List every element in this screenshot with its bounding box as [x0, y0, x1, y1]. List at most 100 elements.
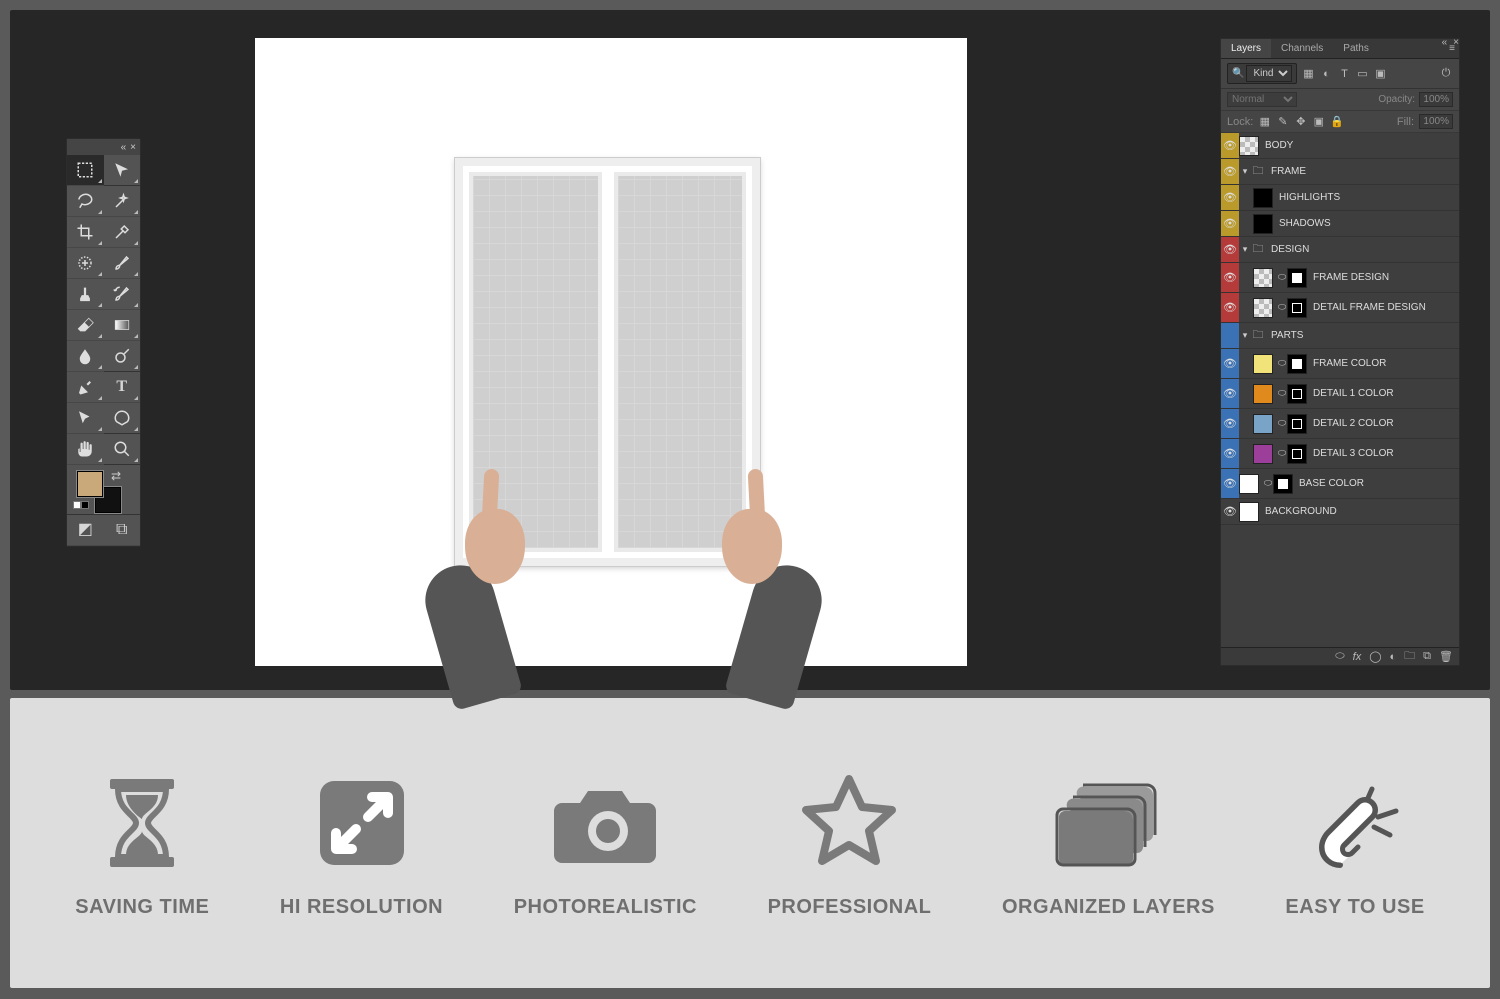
path-select-tool[interactable]	[67, 403, 104, 434]
layer-name[interactable]: DETAIL 3 COLOR	[1313, 448, 1394, 459]
eraser-tool[interactable]	[67, 310, 104, 341]
layer-row[interactable]: 👁BODY	[1221, 133, 1459, 159]
layer-name[interactable]: PARTS	[1271, 330, 1303, 341]
layer-name[interactable]: BASE COLOR	[1299, 478, 1364, 489]
layer-name[interactable]: DETAIL 1 COLOR	[1313, 388, 1394, 399]
screen-mode-tool[interactable]: ⧉	[104, 515, 141, 546]
collapse-icon[interactable]: «	[121, 142, 127, 153]
fx-icon[interactable]: fx	[1353, 651, 1362, 663]
blur-tool[interactable]	[67, 341, 104, 372]
layer-row[interactable]: 👁⬭DETAIL 3 COLOR	[1221, 439, 1459, 469]
layer-name[interactable]: DETAIL FRAME DESIGN	[1313, 302, 1426, 313]
filter-shape-icon[interactable]: ▭	[1355, 67, 1369, 81]
marquee-tool[interactable]	[67, 155, 104, 186]
layer-name[interactable]: FRAME DESIGN	[1313, 272, 1389, 283]
collapse-icon[interactable]: «	[1442, 37, 1448, 48]
layer-thumbnail[interactable]	[1287, 384, 1307, 404]
visibility-toggle[interactable]: 👁	[1221, 237, 1239, 262]
lock-artboard-icon[interactable]: ▣	[1312, 115, 1325, 128]
layer-row[interactable]: 👁▾🗀DESIGN	[1221, 237, 1459, 263]
layer-row[interactable]: 👁 HIGHLIGHTS	[1221, 185, 1459, 211]
visibility-toggle[interactable]: 👁	[1221, 349, 1239, 378]
visibility-toggle[interactable]: 👁	[1221, 293, 1239, 322]
twisty-icon[interactable]: ▾	[1239, 166, 1251, 177]
tab-paths[interactable]: Paths	[1333, 39, 1379, 58]
lock-transparent-icon[interactable]: ▦	[1258, 115, 1271, 128]
filter-pixel-icon[interactable]: ▦	[1301, 67, 1315, 81]
lasso-tool[interactable]	[67, 186, 104, 217]
layer-thumbnail[interactable]	[1287, 268, 1307, 288]
brush-tool[interactable]	[104, 248, 141, 279]
move-tool[interactable]	[104, 155, 141, 186]
visibility-toggle[interactable]: 👁	[1221, 211, 1239, 236]
panel-menu-icon[interactable]: ≡	[1449, 43, 1455, 54]
layer-row[interactable]: 👁⬭DETAIL FRAME DESIGN	[1221, 293, 1459, 323]
visibility-toggle[interactable]: 👁	[1221, 263, 1239, 292]
gradient-tool[interactable]	[104, 310, 141, 341]
layer-row[interactable]: 👁▾🗀FRAME	[1221, 159, 1459, 185]
filter-toggle-icon[interactable]: ⏻	[1439, 67, 1453, 81]
visibility-toggle[interactable]: 👁	[1221, 409, 1239, 438]
layer-thumbnail[interactable]	[1287, 354, 1307, 374]
layer-thumbnail[interactable]	[1287, 298, 1307, 318]
visibility-toggle[interactable]: 👁	[1221, 469, 1239, 498]
visibility-toggle[interactable]: 👁	[1221, 133, 1239, 158]
layer-thumbnail[interactable]	[1253, 354, 1273, 374]
lock-position-icon[interactable]: ✥	[1294, 115, 1307, 128]
layer-thumbnail[interactable]	[1253, 268, 1273, 288]
close-icon[interactable]: ×	[130, 142, 136, 153]
layer-name[interactable]: BACKGROUND	[1265, 506, 1337, 517]
layer-row[interactable]: 👁⬭FRAME COLOR	[1221, 349, 1459, 379]
color-swatches[interactable]: ⇄	[67, 465, 140, 515]
layer-name[interactable]: FRAME	[1271, 166, 1306, 177]
layer-row[interactable]: 👁⬭DETAIL 2 COLOR	[1221, 409, 1459, 439]
tab-channels[interactable]: Channels	[1271, 39, 1333, 58]
layer-name[interactable]: DESIGN	[1271, 244, 1309, 255]
layer-name[interactable]: SHADOWS	[1279, 218, 1331, 229]
filter-type-icon[interactable]: T	[1337, 67, 1351, 81]
lock-pixels-icon[interactable]: ✎	[1276, 115, 1289, 128]
pen-tool[interactable]	[67, 372, 104, 403]
visibility-toggle[interactable]: 👁	[1221, 185, 1239, 210]
mask-icon[interactable]: ◯	[1369, 650, 1381, 663]
twisty-icon[interactable]: ▾	[1239, 244, 1251, 255]
layer-thumbnail[interactable]	[1239, 136, 1259, 156]
filter-smart-icon[interactable]: ▣	[1373, 67, 1387, 81]
layer-row[interactable]: 👁⬭BASE COLOR	[1221, 469, 1459, 499]
layer-thumbnail[interactable]	[1253, 384, 1273, 404]
layer-thumbnail[interactable]	[1273, 474, 1293, 494]
visibility-toggle[interactable]: 👁	[1221, 499, 1239, 524]
default-colors-icon[interactable]	[73, 501, 89, 509]
layer-row[interactable]: 👁⬭DETAIL 1 COLOR	[1221, 379, 1459, 409]
layer-thumbnail[interactable]	[1253, 214, 1273, 234]
zoom-tool[interactable]	[104, 434, 141, 465]
tab-layers[interactable]: Layers	[1221, 39, 1271, 58]
filter-adjust-icon[interactable]: ◐	[1319, 67, 1333, 81]
link-layers-icon[interactable]: ⬭	[1335, 650, 1344, 663]
opacity-input[interactable]	[1419, 92, 1453, 107]
delete-layer-icon[interactable]: 🗑	[1439, 650, 1453, 663]
crop-tool[interactable]	[67, 217, 104, 248]
clone-stamp-tool[interactable]	[67, 279, 104, 310]
new-group-icon[interactable]: 🗀	[1404, 647, 1415, 666]
swap-colors-icon[interactable]: ⇄	[111, 469, 121, 483]
foreground-color-swatch[interactable]	[77, 471, 103, 497]
layer-thumbnail[interactable]	[1287, 444, 1307, 464]
visibility-toggle[interactable]	[1221, 323, 1239, 348]
visibility-toggle[interactable]: 👁	[1221, 379, 1239, 408]
fill-input[interactable]	[1419, 114, 1453, 129]
new-layer-icon[interactable]: ⧉	[1423, 650, 1431, 663]
magic-wand-tool[interactable]	[104, 186, 141, 217]
layer-thumbnail[interactable]	[1239, 502, 1259, 522]
hand-tool[interactable]	[67, 434, 104, 465]
adjustment-icon[interactable]: ◐	[1390, 651, 1397, 663]
layer-thumbnail[interactable]	[1253, 298, 1273, 318]
type-tool[interactable]: T	[104, 372, 141, 403]
layer-name[interactable]: HIGHLIGHTS	[1279, 192, 1340, 203]
visibility-toggle[interactable]: 👁	[1221, 439, 1239, 468]
eyedropper-tool[interactable]	[104, 217, 141, 248]
layer-thumbnail[interactable]	[1287, 414, 1307, 434]
layer-thumbnail[interactable]	[1253, 444, 1273, 464]
history-brush-tool[interactable]	[104, 279, 141, 310]
shape-tool[interactable]	[104, 403, 141, 434]
